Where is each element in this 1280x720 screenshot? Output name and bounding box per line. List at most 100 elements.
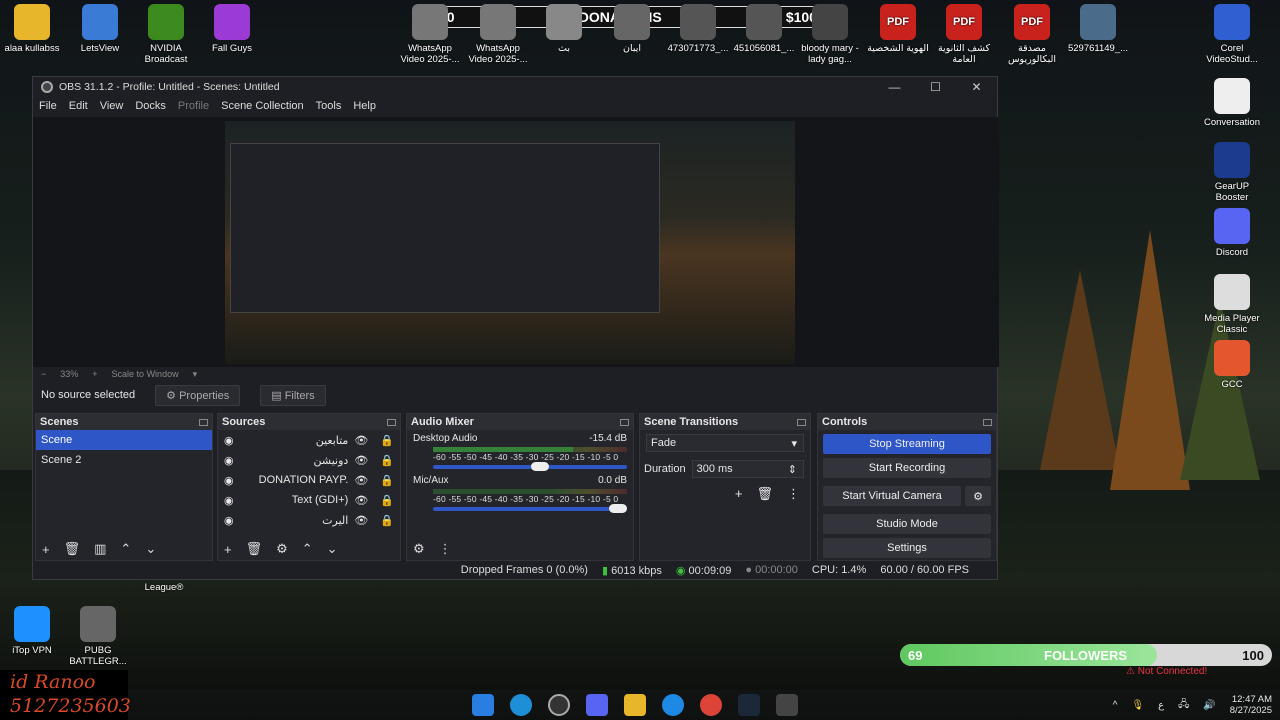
network-icon[interactable]: 🖧 bbox=[1178, 697, 1189, 714]
zoom-in-icon[interactable]: + bbox=[92, 369, 97, 379]
transition-select[interactable]: Fade ▾ bbox=[646, 434, 804, 452]
gear-icon[interactable]: ⚙ bbox=[965, 486, 991, 506]
desktop-icon[interactable]: WhatsApp Video 2025-... bbox=[466, 4, 530, 65]
start-recording-button[interactable]: Start Recording bbox=[823, 458, 991, 478]
volume-slider[interactable] bbox=[433, 504, 627, 513]
undock-icon[interactable] bbox=[199, 418, 208, 426]
desktop-icon[interactable]: LetsView bbox=[68, 4, 132, 54]
move-down-icon[interactable]: ⌄ bbox=[327, 541, 338, 557]
trash-icon[interactable]: 🗑 bbox=[64, 541, 81, 557]
desktop-icon[interactable]: PDF مصدقة البكالوريوس bbox=[1000, 4, 1064, 65]
undock-icon[interactable] bbox=[387, 418, 396, 426]
add-icon[interactable]: + bbox=[735, 486, 743, 502]
undock-icon[interactable] bbox=[797, 418, 806, 426]
desktop-icon[interactable]: Corel VideoStud... bbox=[1200, 4, 1264, 65]
chrome-icon[interactable] bbox=[700, 694, 722, 716]
menu-help[interactable]: Help bbox=[353, 100, 376, 112]
chevron-up-icon[interactable]: ^ bbox=[1113, 700, 1118, 711]
trash-icon[interactable]: 🗑 bbox=[246, 541, 263, 557]
start-virtual-camera-button[interactable]: Start Virtual Camera bbox=[823, 486, 961, 506]
eye-icon[interactable]: 👁 bbox=[354, 494, 368, 507]
folder-icon[interactable] bbox=[624, 694, 646, 716]
desktop-icon[interactable]: 529761149_... bbox=[1066, 4, 1130, 54]
menu-file[interactable]: File bbox=[39, 100, 57, 112]
desktop-icon[interactable]: WhatsApp Video 2025-... bbox=[398, 4, 462, 65]
source-item[interactable]: ◉ متابعين 👁 🔒 bbox=[218, 430, 400, 450]
duration-input[interactable]: 300 ms ⇕ bbox=[691, 460, 804, 478]
menu-docks[interactable]: Docks bbox=[135, 100, 166, 112]
desktop-icon[interactable]: Conversation bbox=[1200, 78, 1264, 128]
eye-icon[interactable]: 👁 bbox=[354, 454, 368, 467]
desktop-icon[interactable]: bloody mary - lady gag... bbox=[798, 4, 862, 65]
more-icon[interactable]: ⋮ bbox=[439, 541, 452, 557]
close-icon[interactable]: ✕ bbox=[956, 80, 997, 94]
mixer-settings-icon[interactable]: ⚙ bbox=[413, 541, 425, 557]
obs-taskbar-icon[interactable] bbox=[548, 694, 570, 716]
microphone-icon[interactable]: 🎙 bbox=[1131, 700, 1144, 711]
source-item[interactable]: ◉ دونيشن 👁 🔒 bbox=[218, 450, 400, 470]
stop-streaming-button[interactable]: Stop Streaming bbox=[823, 434, 991, 454]
input-language[interactable]: ع bbox=[1158, 700, 1164, 711]
menu-view[interactable]: View bbox=[100, 100, 124, 112]
obs-preview[interactable] bbox=[33, 117, 999, 367]
undock-icon[interactable] bbox=[620, 418, 629, 426]
discord-icon[interactable] bbox=[586, 694, 608, 716]
move-up-icon[interactable]: ⌃ bbox=[120, 541, 131, 557]
move-up-icon[interactable]: ⌃ bbox=[302, 541, 313, 557]
settings-button[interactable]: Settings bbox=[823, 538, 991, 558]
add-icon[interactable]: + bbox=[42, 542, 50, 557]
desktop-icon[interactable]: GearUP Booster bbox=[1200, 142, 1264, 203]
steam-icon[interactable] bbox=[738, 694, 760, 716]
trash-icon[interactable]: 🗑 bbox=[756, 486, 773, 502]
desktop-icon[interactable]: NVIDIA Broadcast bbox=[134, 4, 198, 65]
source-item[interactable]: ◉ اليرت 👁 🔒 bbox=[218, 510, 400, 530]
add-icon[interactable]: + bbox=[224, 542, 232, 557]
desktop-icon[interactable]: Discord bbox=[1200, 208, 1264, 258]
desktop-icon[interactable]: 473071773_... bbox=[666, 4, 730, 54]
lock-icon[interactable]: 🔒 bbox=[380, 454, 394, 467]
filters-button[interactable]: ▤ Filters bbox=[260, 384, 326, 406]
desktop-icon[interactable]: 451056081_... bbox=[732, 4, 796, 54]
desktop-icon[interactable]: Media Player Classic bbox=[1200, 274, 1264, 335]
menu-tools[interactable]: Tools bbox=[316, 100, 342, 112]
desktop-icon[interactable]: PDF كشف الثانوية العامة bbox=[932, 4, 996, 65]
properties-button[interactable]: ⚙ Properties bbox=[155, 384, 241, 406]
desktop-icon[interactable]: PDF الهوية الشخصية bbox=[866, 4, 930, 54]
desktop-icon[interactable]: بث bbox=[532, 4, 596, 54]
game-icon[interactable] bbox=[776, 694, 798, 716]
lock-icon[interactable]: 🔒 bbox=[380, 474, 394, 487]
menu-edit[interactable]: Edit bbox=[69, 100, 88, 112]
edge-icon[interactable] bbox=[510, 694, 532, 716]
eye-icon[interactable]: 👁 bbox=[354, 514, 368, 527]
minimize-icon[interactable]: — bbox=[874, 80, 915, 94]
zoom-out-icon[interactable]: − bbox=[41, 369, 46, 379]
menu-profile[interactable]: Profile bbox=[178, 100, 209, 112]
start-icon[interactable] bbox=[472, 694, 494, 716]
desktop-icon[interactable]: alaa kullabss bbox=[0, 4, 64, 54]
obs-titlebar[interactable]: OBS 31.1.2 - Profile: Untitled - Scenes:… bbox=[33, 77, 997, 97]
source-item[interactable]: ◉ Text (GDI+) 👁 🔒 bbox=[218, 490, 400, 510]
undock-icon[interactable] bbox=[983, 418, 992, 426]
eye-icon[interactable]: 👁 bbox=[354, 474, 368, 487]
eye-icon[interactable]: 👁 bbox=[354, 434, 368, 447]
filter-icon[interactable]: ▥ bbox=[94, 541, 106, 557]
scale-mode[interactable]: Scale to Window bbox=[112, 369, 179, 379]
more-icon[interactable]: ⋮ bbox=[787, 486, 800, 502]
volume-icon[interactable]: 🔊 bbox=[1203, 700, 1215, 711]
menu-scene-collection[interactable]: Scene Collection bbox=[221, 100, 304, 112]
desktop-icon[interactable]: GCC bbox=[1200, 340, 1264, 390]
lock-icon[interactable]: 🔒 bbox=[380, 494, 394, 507]
app-icon[interactable] bbox=[662, 694, 684, 716]
desktop-icon[interactable]: PUBG BATTLEGR... bbox=[66, 606, 130, 667]
studio-mode-button[interactable]: Studio Mode bbox=[823, 514, 991, 534]
lock-icon[interactable]: 🔒 bbox=[380, 514, 394, 527]
gear-icon[interactable]: ⚙ bbox=[276, 541, 288, 557]
clock[interactable]: 12:47 AM 8/27/2025 bbox=[1230, 694, 1272, 716]
desktop-icon[interactable]: ايبان bbox=[600, 4, 664, 54]
scale-dropdown-icon[interactable]: ▾ bbox=[193, 369, 198, 380]
scene-item[interactable]: Scene bbox=[36, 430, 212, 450]
desktop-icon[interactable]: Fall Guys bbox=[200, 4, 264, 54]
source-item[interactable]: ◉ DONATION PAYP. 👁 🔒 bbox=[218, 470, 400, 490]
move-down-icon[interactable]: ⌄ bbox=[145, 541, 156, 557]
lock-icon[interactable]: 🔒 bbox=[380, 434, 394, 447]
